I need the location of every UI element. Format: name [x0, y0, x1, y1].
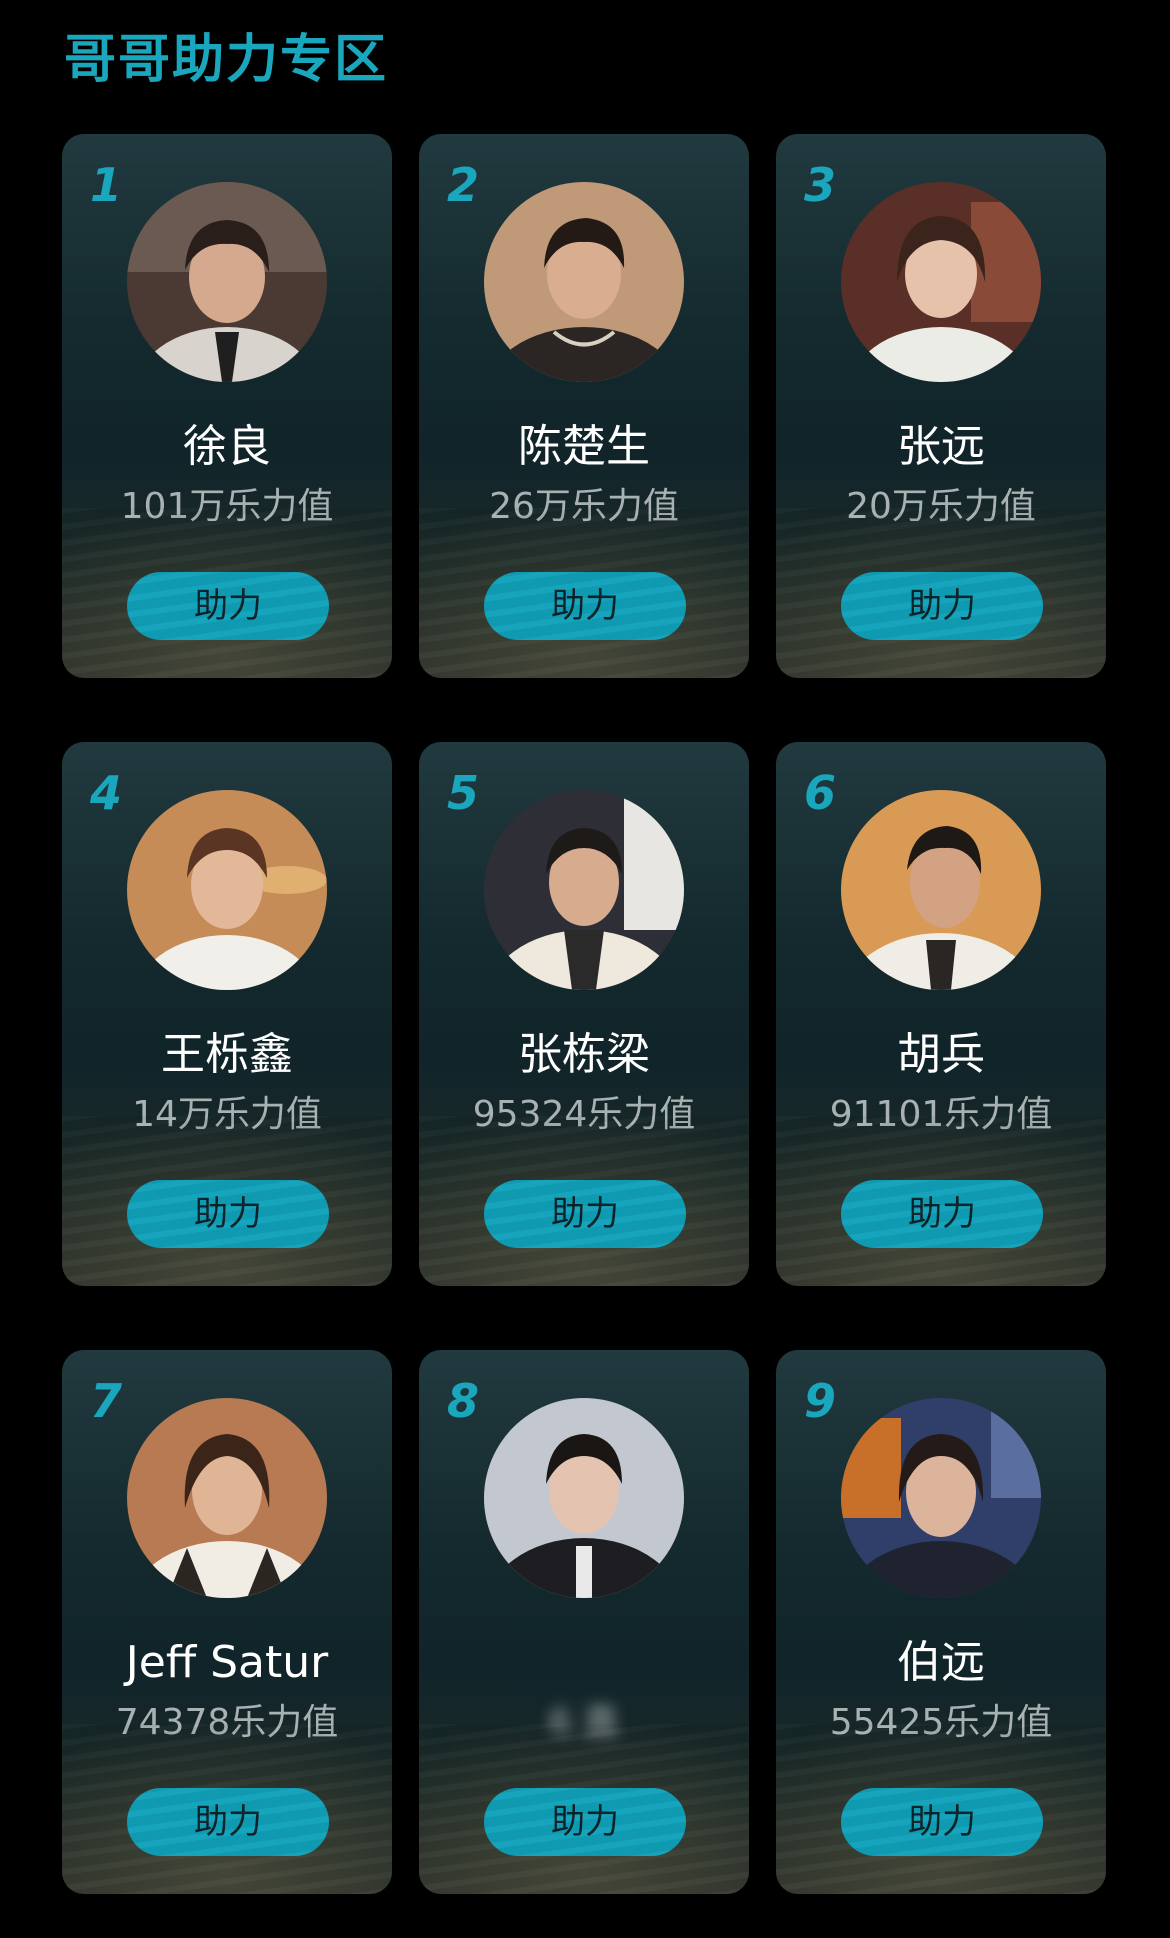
idol-name: 徐良	[183, 421, 271, 472]
boost-button[interactable]: 助力	[484, 572, 686, 640]
boost-button[interactable]: 助力	[841, 1788, 1043, 1856]
avatar[interactable]	[127, 182, 327, 382]
boost-score: 55425乐力值	[829, 1702, 1053, 1743]
rank-number: 7	[90, 1374, 123, 1428]
boost-button[interactable]: 助力	[841, 1180, 1043, 1248]
boost-button[interactable]: 助力	[127, 1180, 329, 1248]
boost-button[interactable]: 助力	[127, 1788, 329, 1856]
idol-grid: 1 徐良 101万乐力值 助力 2 陈楚生 26万乐力值 助力 3 张远 20万…	[62, 134, 1106, 1894]
rank-number: 5	[447, 766, 480, 820]
idol-card[interactable]: 2 陈楚生 26万乐力值 助力	[419, 134, 749, 678]
idol-card[interactable]: 8 6 直 助力	[419, 1350, 749, 1894]
avatar[interactable]	[127, 790, 327, 990]
rank-number: 3	[804, 158, 837, 212]
rank-number: 6	[804, 766, 837, 820]
boost-score: 6 直	[548, 1702, 620, 1743]
boost-button[interactable]: 助力	[484, 1788, 686, 1856]
idol-card[interactable]: 7 Jeff Satur 74378乐力值 助力	[62, 1350, 392, 1894]
boost-score: 14万乐力值	[132, 1094, 322, 1135]
rank-number: 4	[90, 766, 123, 820]
idol-card[interactable]: 3 张远 20万乐力值 助力	[776, 134, 1106, 678]
avatar[interactable]	[841, 182, 1041, 382]
boost-button[interactable]: 助力	[841, 572, 1043, 640]
idol-card[interactable]: 4 王栎鑫 14万乐力值 助力	[62, 742, 392, 1286]
idol-name: 张栋梁	[518, 1029, 650, 1080]
avatar[interactable]	[841, 1398, 1041, 1598]
avatar[interactable]	[127, 1398, 327, 1598]
boost-score: 91101乐力值	[829, 1094, 1053, 1135]
boost-score: 95324乐力值	[472, 1094, 696, 1135]
avatar[interactable]	[841, 790, 1041, 990]
idol-name: 伯远	[897, 1637, 985, 1688]
idol-card[interactable]: 9 伯远 55425乐力值 助力	[776, 1350, 1106, 1894]
idol-name: 胡兵	[897, 1029, 985, 1080]
idol-name: 陈楚生	[518, 421, 650, 472]
idol-name: 王栎鑫	[161, 1029, 293, 1080]
boost-button[interactable]: 助力	[484, 1180, 686, 1248]
boost-score: 101万乐力值	[120, 486, 334, 527]
idol-name: 张远	[897, 421, 985, 472]
rank-number: 9	[804, 1374, 837, 1428]
boost-score: 26万乐力值	[489, 486, 679, 527]
rank-number: 8	[447, 1374, 480, 1428]
idol-name: Jeff Satur	[125, 1637, 329, 1688]
boost-score: 20万乐力值	[846, 486, 1036, 527]
rank-number: 1	[90, 158, 123, 212]
boost-button[interactable]: 助力	[127, 572, 329, 640]
section-title: 哥哥助力专区	[64, 30, 389, 90]
avatar[interactable]	[484, 790, 684, 990]
avatar[interactable]	[484, 1398, 684, 1598]
avatar[interactable]	[484, 182, 684, 382]
idol-card[interactable]: 5 张栋梁 95324乐力值 助力	[419, 742, 749, 1286]
boost-score: 74378乐力值	[115, 1702, 339, 1743]
idol-card[interactable]: 1 徐良 101万乐力值 助力	[62, 134, 392, 678]
rank-number: 2	[447, 158, 480, 212]
idol-card[interactable]: 6 胡兵 91101乐力值 助力	[776, 742, 1106, 1286]
